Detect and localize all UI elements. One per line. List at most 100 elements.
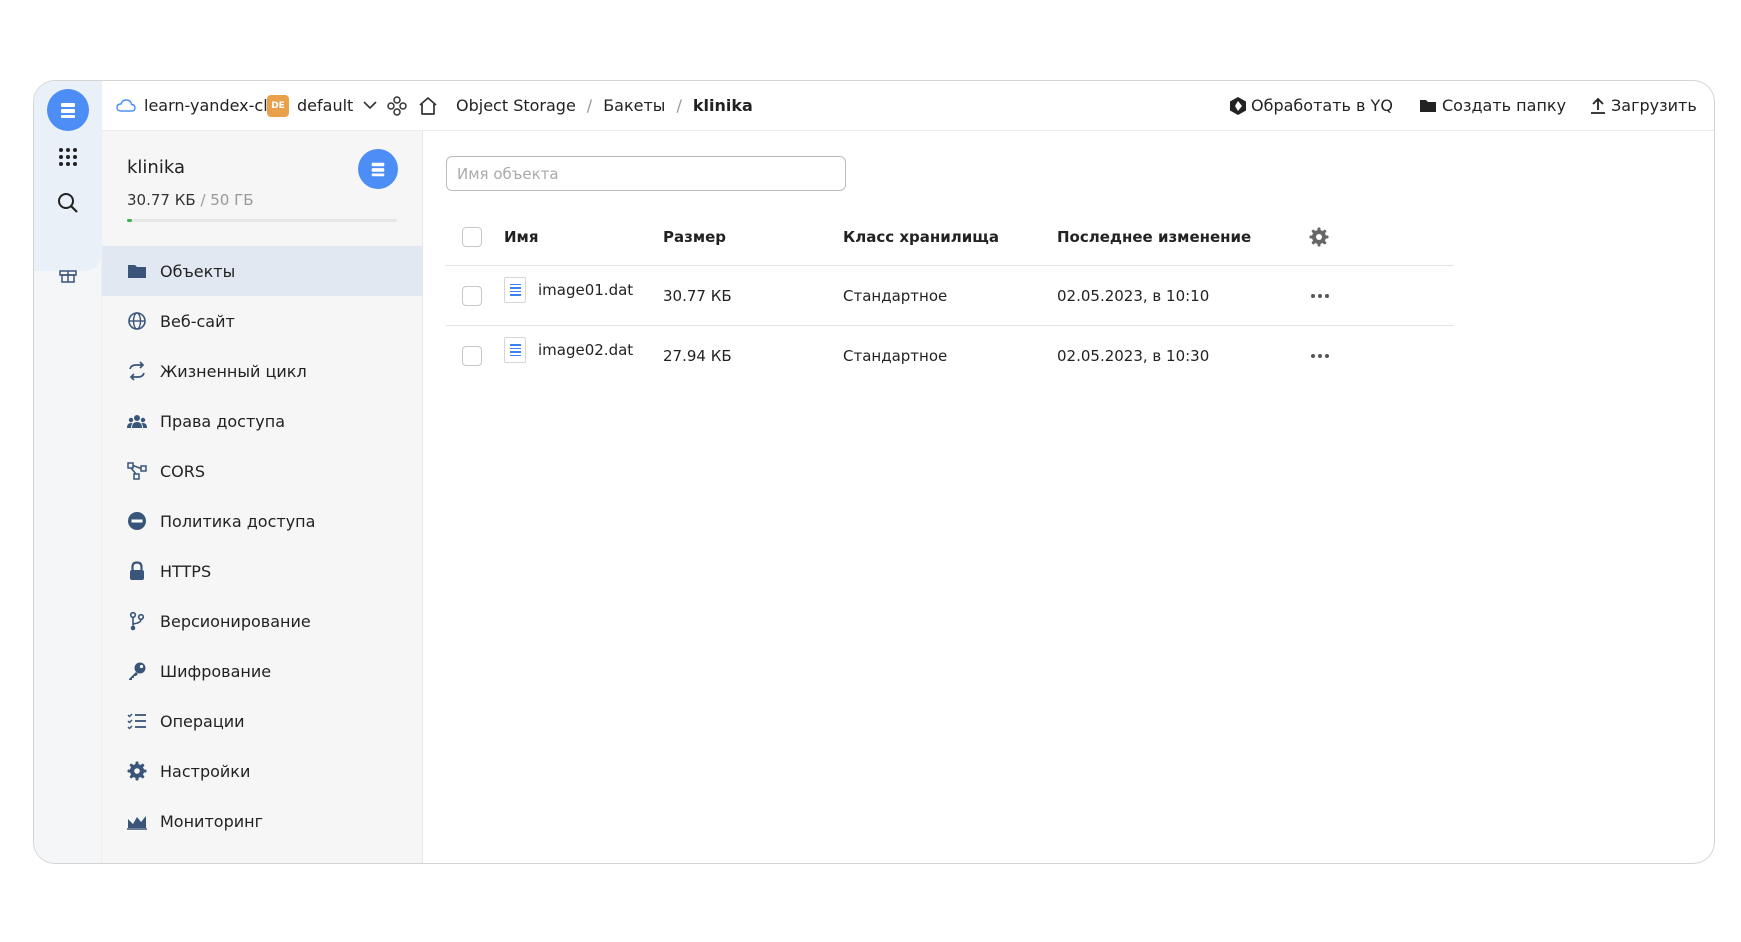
gift-icon[interactable] — [46, 253, 90, 297]
users-icon — [126, 410, 148, 432]
object-search-input[interactable] — [446, 156, 846, 191]
objects-table: Имя Размер Класс хранилища Последнее изм… — [446, 209, 1454, 386]
file-storage-class: Стандартное — [843, 286, 948, 305]
column-modified[interactable]: Последнее изменение — [1057, 209, 1251, 265]
breadcrumb-current: klinika — [692, 96, 753, 115]
list-check-icon — [126, 710, 148, 732]
lock-icon — [126, 560, 148, 582]
nav-label: Жизненный цикл — [160, 361, 307, 381]
table-settings-gear-icon[interactable] — [1309, 209, 1329, 265]
breadcrumb: Object Storage / Бакеты / klinika — [456, 96, 753, 115]
main-content: Имя Размер Класс хранилища Последнее изм… — [424, 131, 1714, 863]
bucket-icon — [358, 149, 398, 189]
file-icon — [504, 337, 526, 363]
nav-item-cors[interactable]: CORS — [102, 446, 422, 496]
nav-item-versioning[interactable]: Версионирование — [102, 596, 422, 646]
nav-label: HTTPS — [160, 561, 212, 581]
nav-item-encryption[interactable]: Шифрование — [102, 646, 422, 696]
column-size[interactable]: Размер — [663, 209, 726, 265]
table-header: Имя Размер Класс хранилища Последнее изм… — [446, 209, 1454, 266]
process-in-yq-label: Обработать в YQ — [1251, 96, 1393, 115]
file-modified: 02.05.2023, в 10:30 — [1057, 347, 1210, 365]
table-row[interactable]: image01.dat 30.77 КБ Стандартное 02.05.2… — [446, 266, 1454, 326]
nav-label: Веб-сайт — [160, 311, 235, 331]
nav-item-monitoring[interactable]: Мониторинг — [102, 796, 422, 846]
nav-label: Версионирование — [160, 611, 311, 631]
process-in-yq-button[interactable]: Обработать в YQ — [1228, 96, 1393, 116]
nav-item-objects[interactable]: Объекты — [102, 246, 422, 296]
bucket-used: 30.77 КБ — [127, 191, 196, 209]
yq-icon — [1230, 96, 1246, 115]
create-folder-button[interactable]: Создать папку — [1419, 96, 1566, 115]
home-icon[interactable] — [417, 95, 439, 117]
create-folder-label: Создать папку — [1442, 96, 1567, 115]
console-window: learn-yandex-cl... DE default Object Sto… — [33, 80, 1715, 864]
globe-icon — [126, 310, 148, 332]
nav-item-lifecycle[interactable]: Жизненный цикл — [102, 346, 422, 396]
search-icon[interactable] — [46, 181, 90, 225]
nav-item-website[interactable]: Веб-сайт — [102, 296, 422, 346]
chart-icon — [126, 810, 148, 832]
cors-icon — [126, 460, 148, 482]
service-rail — [34, 81, 102, 863]
folder-badge: DE — [267, 94, 289, 117]
branch-icon — [126, 610, 148, 632]
cloud-icon — [116, 98, 136, 112]
breadcrumb-object-storage[interactable]: Object Storage — [456, 96, 576, 115]
nav-label: Объекты — [160, 261, 236, 281]
breadcrumb-separator: / — [586, 96, 593, 115]
key-icon — [126, 660, 148, 682]
file-name: image02.dat — [538, 341, 634, 359]
usage-progress-bar — [127, 219, 397, 222]
nav-label: Права доступа — [160, 411, 286, 431]
nav-label: Настройки — [160, 761, 251, 781]
chevron-down-icon — [363, 101, 377, 110]
nav-item-access-rights[interactable]: Права доступа — [102, 396, 422, 446]
folder-icon — [126, 260, 148, 282]
table-row[interactable]: image02.dat 27.94 КБ Стандартное 02.05.2… — [446, 326, 1454, 386]
bucket-name: klinika — [127, 157, 185, 178]
select-all-checkbox[interactable] — [462, 209, 482, 265]
breadcrumb-separator: / — [676, 96, 682, 115]
row-menu-icon[interactable] — [1311, 326, 1329, 386]
object-storage-logo-icon[interactable] — [47, 89, 89, 131]
file-name-cell[interactable]: image01.dat — [504, 260, 633, 319]
nav-label: Шифрование — [160, 661, 272, 681]
nav-item-operations[interactable]: Операции — [102, 696, 422, 746]
row-checkbox[interactable] — [462, 266, 482, 325]
file-icon — [504, 276, 526, 303]
nav-label: CORS — [160, 461, 206, 481]
services-icon[interactable] — [386, 95, 408, 117]
usage-progress-fill — [127, 219, 133, 222]
bucket-nav: Объекты Веб-сайт Жизненный цикл Права до… — [102, 246, 422, 846]
file-size: 27.94 КБ — [663, 347, 732, 365]
upload-button[interactable]: Загрузить — [1590, 96, 1697, 115]
nav-item-https[interactable]: HTTPS — [102, 546, 422, 596]
apps-grid-icon[interactable] — [46, 135, 90, 179]
top-bar: learn-yandex-cl... DE default Object Sto… — [102, 81, 1714, 131]
row-checkbox[interactable] — [462, 326, 482, 386]
nav-item-access-policy[interactable]: Политика доступа — [102, 496, 422, 546]
cycle-icon — [126, 360, 148, 382]
folder-selector[interactable]: DE default — [267, 94, 377, 117]
cloud-selector[interactable]: learn-yandex-cl... — [116, 96, 283, 115]
gear-icon — [126, 760, 148, 782]
bucket-sidebar: klinika 30.77 КБ / 50 ГБ Объекты Веб-сай… — [102, 131, 423, 863]
file-storage-class: Стандартное — [843, 347, 948, 365]
row-menu-icon[interactable] — [1311, 266, 1329, 325]
bucket-limit: / 50 ГБ — [200, 191, 254, 209]
upload-label: Загрузить — [1611, 96, 1697, 115]
file-modified: 02.05.2023, в 10:10 — [1057, 286, 1210, 305]
upload-icon — [1591, 97, 1605, 114]
file-name: image01.dat — [538, 280, 634, 299]
file-size: 30.77 КБ — [663, 286, 732, 305]
breadcrumb-buckets[interactable]: Бакеты — [603, 96, 665, 115]
column-name[interactable]: Имя — [504, 209, 538, 265]
file-name-cell[interactable]: image02.dat — [504, 320, 633, 380]
bucket-usage: 30.77 КБ / 50 ГБ — [127, 191, 254, 209]
folder-add-icon — [1420, 100, 1436, 112]
column-storage-class[interactable]: Класс хранилища — [843, 209, 999, 265]
nav-item-settings[interactable]: Настройки — [102, 746, 422, 796]
nav-label: Политика доступа — [160, 511, 316, 531]
folder-name: default — [297, 96, 354, 115]
